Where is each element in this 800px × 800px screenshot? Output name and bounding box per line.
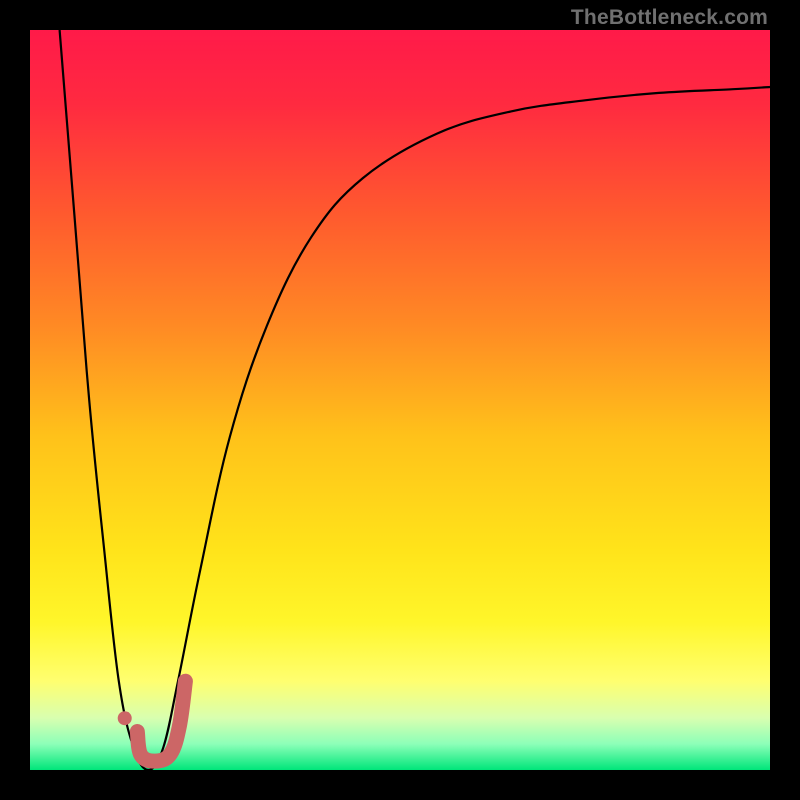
chart-frame: TheBottleneck.com [0, 0, 800, 800]
curve-layer [30, 30, 770, 770]
marker-j-stroke [137, 681, 185, 761]
watermark-text: TheBottleneck.com [571, 6, 768, 30]
plot-area [30, 30, 770, 770]
marker-dot [118, 711, 132, 725]
bottleneck-curve [60, 30, 770, 770]
